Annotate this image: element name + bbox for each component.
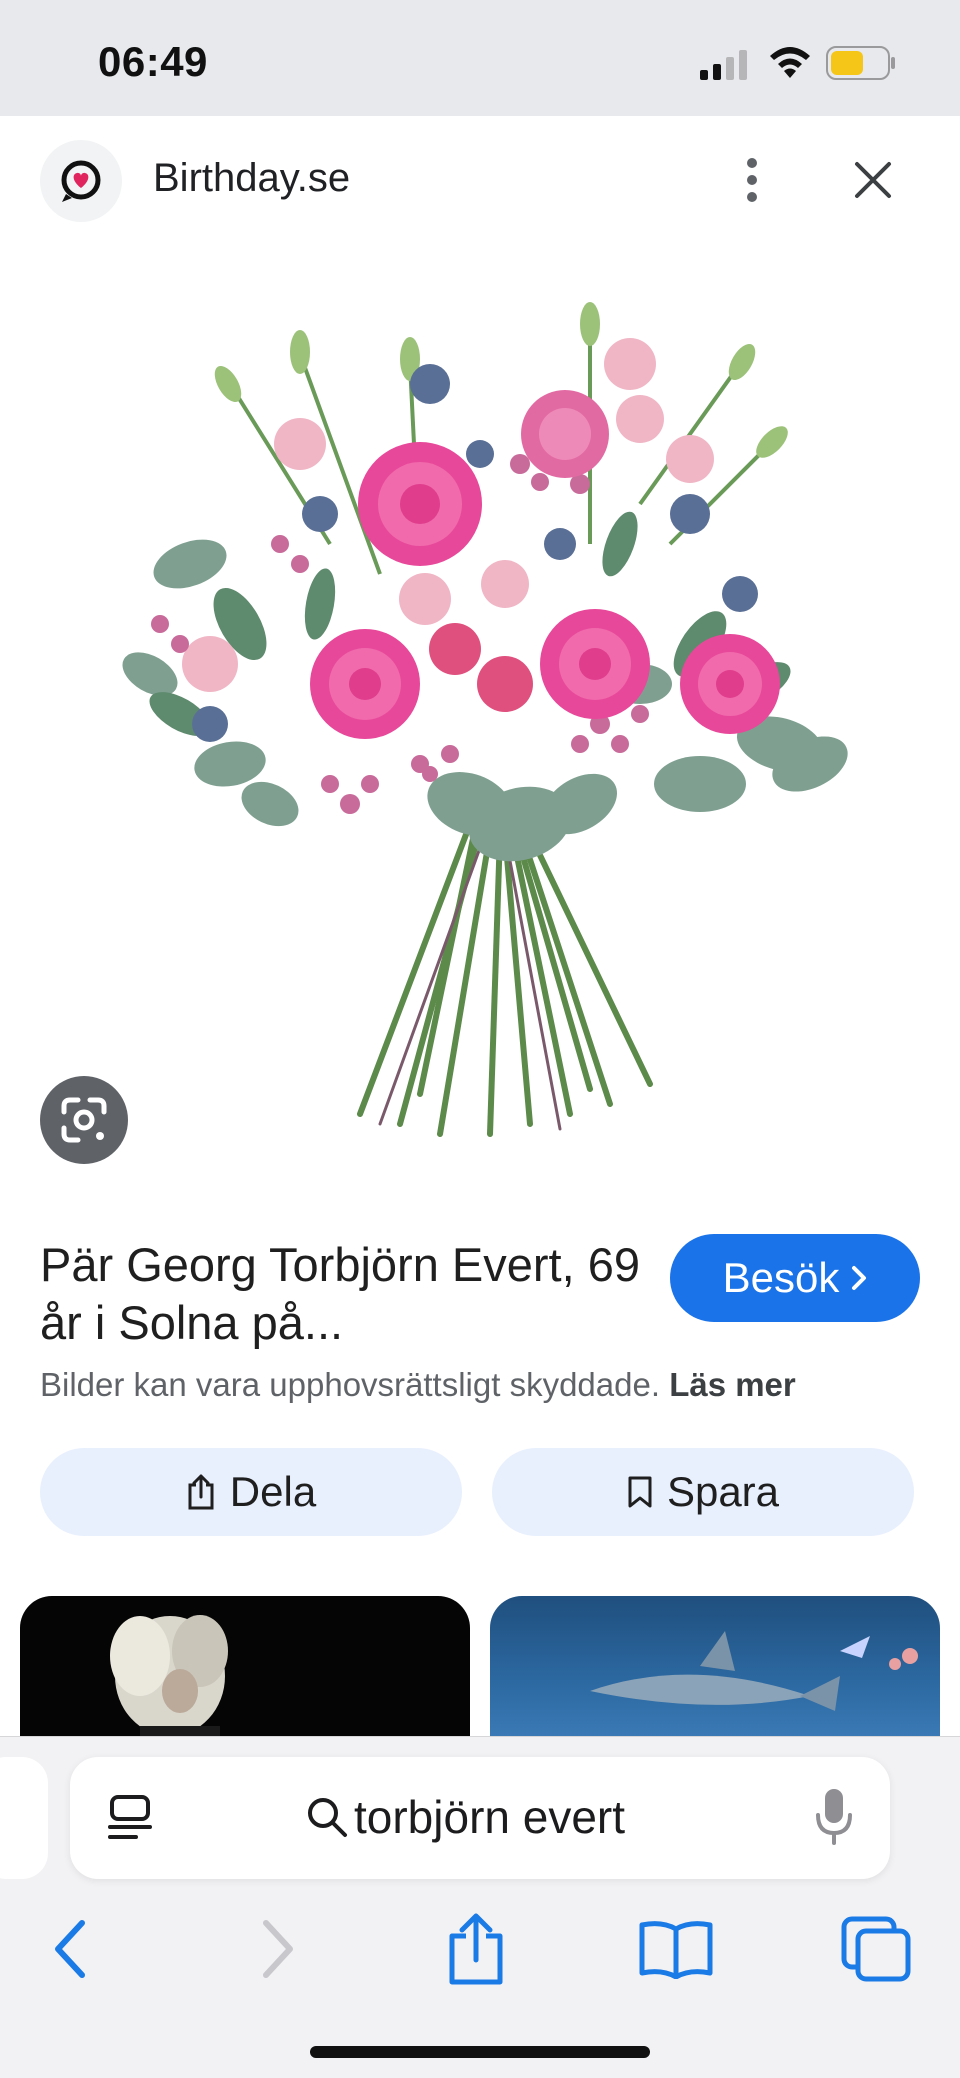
bookmarks-button[interactable] bbox=[636, 1909, 716, 1989]
result-image[interactable] bbox=[0, 244, 960, 1184]
battery-icon bbox=[826, 46, 895, 80]
portrait-thumbnail-art bbox=[110, 1615, 228, 1746]
birthday-logo-icon[interactable] bbox=[40, 140, 122, 222]
wifi-icon bbox=[770, 47, 810, 78]
share-icon bbox=[449, 1913, 503, 1985]
share-label: Dela bbox=[229, 1468, 317, 1515]
book-icon bbox=[639, 1921, 713, 1979]
status-bar: 06:49 bbox=[0, 0, 960, 116]
address-bar[interactable]: torbjörn evert bbox=[70, 1757, 890, 1879]
chevron-left-icon bbox=[55, 1920, 85, 1978]
status-time: 06:49 bbox=[98, 38, 208, 85]
bouquet-illustration bbox=[122, 302, 848, 1137]
home-indicator[interactable] bbox=[310, 2046, 650, 2058]
search-icon bbox=[308, 1798, 347, 1837]
related-image-thumbnail[interactable] bbox=[20, 1596, 470, 1746]
related-image-thumbnail[interactable] bbox=[490, 1596, 940, 1746]
browser-toolbar: torbjörn evert bbox=[0, 1736, 960, 2078]
save-label: Spara bbox=[666, 1468, 780, 1515]
browser-share-button[interactable] bbox=[436, 1909, 516, 1989]
search-query-text: torbjörn evert bbox=[354, 1791, 626, 1843]
copyright-notice: Bilder kan vara upphovsrättsligt skyddad… bbox=[40, 1366, 796, 1404]
chevron-right-icon bbox=[852, 1266, 867, 1290]
shark-thumbnail-art bbox=[590, 1631, 918, 1711]
page-menu-icon[interactable] bbox=[106, 1793, 156, 1843]
previous-tab-preview[interactable] bbox=[0, 1757, 48, 1879]
search-query[interactable]: torbjörn evert bbox=[306, 1785, 625, 1849]
site-header: Birthday.se bbox=[0, 116, 960, 244]
share-icon bbox=[188, 1474, 214, 1510]
more-options-button[interactable] bbox=[730, 150, 774, 210]
tabs-button[interactable] bbox=[836, 1909, 916, 1989]
forward-button[interactable] bbox=[238, 1909, 318, 1989]
chevron-right-icon bbox=[263, 1920, 293, 1978]
google-lens-icon bbox=[61, 1097, 107, 1143]
site-name[interactable]: Birthday.se bbox=[153, 156, 350, 201]
read-more-link[interactable]: Läs mer bbox=[669, 1366, 796, 1403]
microphone-icon[interactable] bbox=[814, 1787, 854, 1847]
back-button[interactable] bbox=[30, 1909, 110, 1989]
visit-button[interactable]: Besök bbox=[670, 1234, 920, 1322]
copyright-text: Bilder kan vara upphovsrättsligt skyddad… bbox=[40, 1366, 661, 1403]
google-lens-button[interactable] bbox=[40, 1076, 128, 1164]
visit-label: Besök bbox=[722, 1254, 840, 1301]
tabs-icon bbox=[841, 1916, 911, 1982]
more-vert-icon bbox=[747, 158, 757, 202]
save-button[interactable]: Spara bbox=[492, 1448, 914, 1536]
close-icon bbox=[855, 162, 891, 198]
cellular-signal-icon bbox=[700, 50, 747, 80]
result-title[interactable]: Pär Georg Torbjörn Evert, 69 år i Solna … bbox=[40, 1236, 640, 1352]
close-button[interactable] bbox=[845, 150, 901, 210]
share-button[interactable]: Dela bbox=[40, 1448, 462, 1536]
bookmark-icon bbox=[628, 1476, 652, 1508]
